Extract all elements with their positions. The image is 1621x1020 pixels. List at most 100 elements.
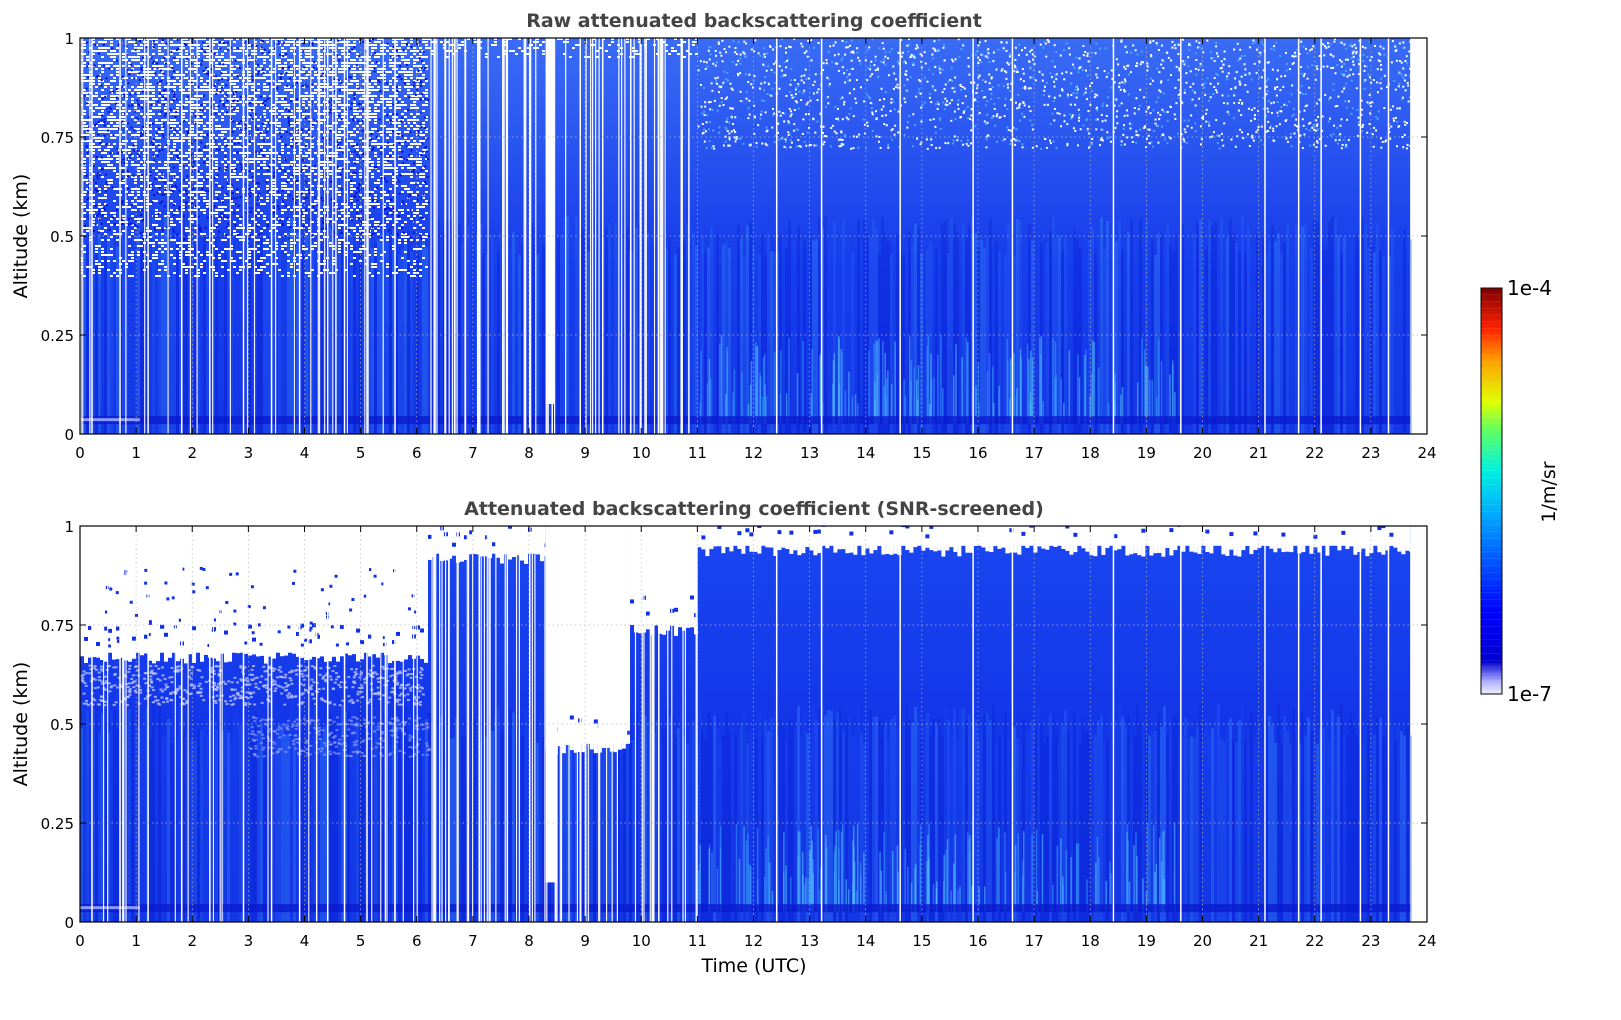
blank-column [366, 526, 368, 922]
blank-column [820, 38, 823, 434]
blank-column [1180, 38, 1182, 434]
x-tick-label: 3 [244, 444, 254, 462]
blank-column [1112, 526, 1115, 922]
blank-column [775, 526, 778, 922]
x-tick-label: 13 [800, 444, 819, 462]
colorbar-unit-label: 1/m/sr [1538, 461, 1560, 522]
x-tick-label: 18 [1081, 932, 1100, 950]
x-tick-label: 1 [131, 932, 141, 950]
blank-column [1320, 526, 1322, 922]
y-tick-label: 0.5 [50, 716, 74, 734]
blank-column [91, 38, 93, 434]
x-tick-label: 13 [800, 932, 819, 950]
blank-column [775, 38, 778, 434]
blank-column [270, 526, 273, 922]
blank-column [298, 526, 301, 922]
x-tick-label: 22 [1305, 444, 1324, 462]
top-y-label: Altitude (km) [10, 174, 32, 299]
raw-backscatter-panel: Raw attenuated backscattering coefficien… [10, 10, 1437, 462]
blank-column [1112, 38, 1115, 434]
blank-column [209, 526, 211, 922]
x-tick-label: 22 [1305, 932, 1324, 950]
y-tick-label: 0.75 [41, 617, 74, 635]
blank-column [1359, 38, 1362, 434]
blank-column [343, 38, 346, 434]
blank-column [820, 526, 823, 922]
x-tick-label: 6 [412, 932, 422, 950]
x-tick-label: 1 [131, 444, 141, 462]
x-tick-label: 24 [1417, 444, 1436, 462]
x-tick-label: 21 [1249, 444, 1268, 462]
screened-backscatter-panel: Attenuated backscattering coefficient (S… [10, 498, 1437, 977]
x-tick-label: 3 [244, 932, 254, 950]
x-tick-label: 17 [1025, 932, 1044, 950]
x-tick-label: 14 [856, 932, 875, 950]
x-tick-label: 23 [1361, 444, 1380, 462]
x-tick-label: 17 [1025, 444, 1044, 462]
x-tick-label: 19 [1137, 444, 1156, 462]
y-tick-label: 0 [64, 914, 74, 932]
blank-column [91, 526, 93, 922]
x-tick-label: 11 [688, 444, 707, 462]
blank-column [209, 38, 211, 434]
x-tick-label: 8 [524, 932, 534, 950]
x-tick-label: 2 [187, 444, 197, 462]
x-tick-label: 9 [580, 444, 590, 462]
x-tick-label: 20 [1193, 444, 1212, 462]
y-tick-label: 0.25 [41, 815, 74, 833]
x-tick-label: 12 [744, 932, 763, 950]
y-tick-label: 1 [64, 30, 74, 48]
colorbar-min-label: 1e-7 [1507, 682, 1552, 706]
blank-column [1180, 526, 1182, 922]
blank-column [181, 38, 183, 434]
blank-column [1387, 526, 1390, 922]
bottom-heatmap [80, 526, 1414, 922]
x-tick-label: 16 [968, 932, 987, 950]
x-tick-label: 0 [75, 932, 85, 950]
y-tick-label: 1 [64, 518, 74, 536]
x-tick-label: 5 [356, 444, 366, 462]
y-tick-label: 0.5 [50, 228, 74, 246]
x-tick-label: 9 [580, 932, 590, 950]
x-tick-label: 2 [187, 932, 197, 950]
x-tick-label: 7 [468, 444, 478, 462]
y-tick-label: 0 [64, 426, 74, 444]
blank-column [1359, 526, 1362, 922]
blank-column [343, 526, 346, 922]
ground-band [80, 904, 1411, 913]
blank-column [181, 526, 183, 922]
x-tick-label: 19 [1137, 932, 1156, 950]
blank-column [366, 38, 368, 434]
y-tick-label: 0.25 [41, 327, 74, 345]
x-axis-label: Time (UTC) [700, 955, 806, 977]
figure: Raw attenuated backscattering coefficien… [10, 10, 1560, 977]
bottom-y-label: Altitude (km) [10, 662, 32, 787]
x-tick-label: 7 [468, 932, 478, 950]
x-tick-label: 15 [912, 444, 931, 462]
x-tick-label: 0 [75, 444, 85, 462]
blank-column [1320, 38, 1322, 434]
x-tick-label: 10 [632, 444, 651, 462]
top-title: Raw attenuated backscattering coefficien… [526, 10, 982, 32]
blank-column [270, 38, 273, 434]
x-tick-label: 15 [912, 932, 931, 950]
x-tick-label: 4 [300, 932, 310, 950]
x-tick-label: 24 [1417, 932, 1436, 950]
x-tick-label: 8 [524, 444, 534, 462]
x-tick-label: 23 [1361, 932, 1380, 950]
x-tick-label: 5 [356, 932, 366, 950]
blank-column [658, 526, 660, 922]
x-tick-label: 16 [968, 444, 987, 462]
blank-column [1297, 526, 1300, 922]
top-heatmap [80, 38, 1412, 434]
x-tick-label: 10 [632, 932, 651, 950]
x-tick-label: 14 [856, 444, 875, 462]
x-tick-label: 12 [744, 444, 763, 462]
colorbar-max-label: 1e-4 [1507, 276, 1552, 300]
x-tick-label: 11 [688, 932, 707, 950]
blank-column [972, 526, 974, 922]
ground-band [80, 416, 1411, 425]
x-tick-label: 21 [1249, 932, 1268, 950]
blank-column [298, 38, 301, 434]
blank-column [1297, 38, 1300, 434]
